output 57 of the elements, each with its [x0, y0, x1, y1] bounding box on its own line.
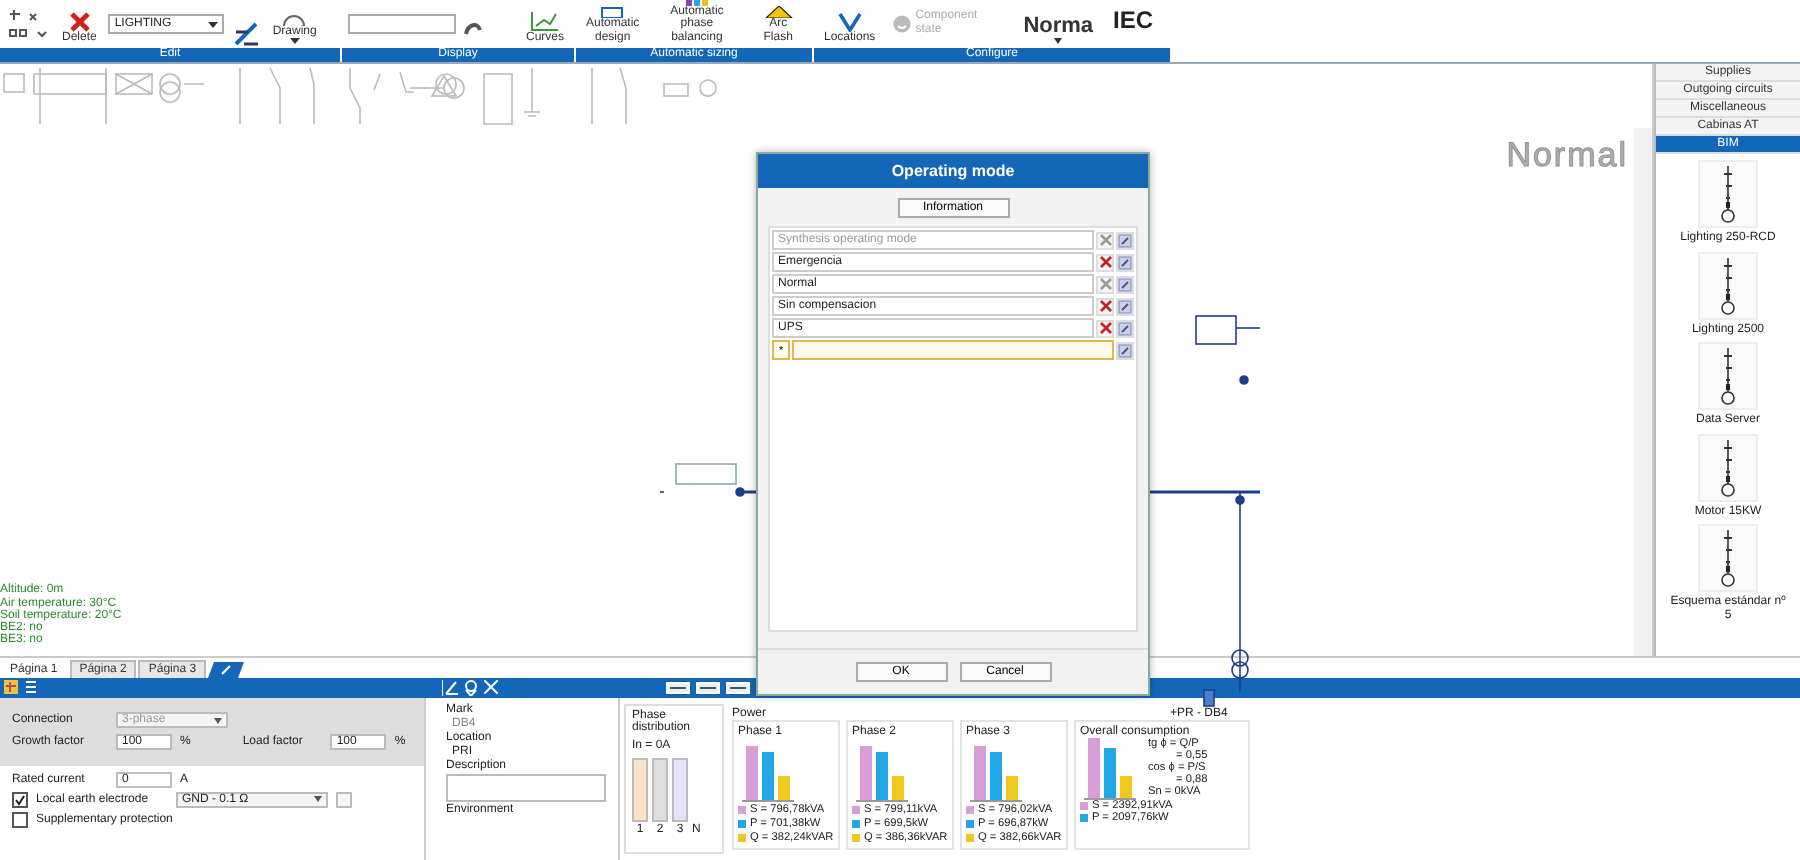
edit-button[interactable] — [1116, 297, 1134, 315]
edit-icon — [1118, 233, 1132, 247]
standard-value: IEC — [1113, 6, 1154, 34]
edit-icon — [1118, 343, 1132, 357]
dialog-title: Operating mode — [758, 154, 1148, 188]
checkbox[interactable] — [12, 791, 28, 808]
close-icon — [1099, 300, 1111, 312]
curl-icon[interactable] — [464, 20, 482, 36]
current-toggle-icon[interactable] — [696, 681, 720, 694]
delete-button[interactable] — [1096, 319, 1114, 337]
edit-button[interactable] — [1116, 275, 1134, 293]
smiley-icon — [891, 13, 912, 33]
warning-icon — [763, 6, 794, 18]
checkbox[interactable] — [12, 811, 28, 828]
phase-bar — [632, 757, 648, 822]
edit-button[interactable] — [1116, 253, 1134, 271]
vertical-scrollbar[interactable] — [1634, 128, 1652, 656]
list-icon[interactable] — [24, 680, 38, 695]
caret-icon — [208, 21, 219, 27]
circuit-symbol-icon[interactable] — [1698, 342, 1758, 410]
edit-button[interactable] — [1116, 231, 1134, 249]
caret-icon — [289, 38, 300, 44]
caret-icon — [314, 796, 322, 803]
close-icon — [1099, 322, 1111, 334]
grid-icon[interactable] — [4, 680, 18, 695]
close-icon — [1099, 234, 1111, 246]
caret-icon — [1054, 38, 1063, 44]
delete-button[interactable] — [1096, 275, 1114, 293]
delete-button[interactable] — [1096, 297, 1114, 315]
circuit-symbol-icon[interactable] — [1698, 251, 1758, 319]
phase-bar — [672, 757, 688, 822]
standard-dropdown[interactable]: Norma — [1019, 14, 1098, 48]
close-icon[interactable] — [484, 680, 498, 695]
display-field[interactable] — [348, 14, 456, 34]
circuit-symbol-icon[interactable] — [1698, 160, 1758, 228]
panel-icon — [597, 6, 628, 18]
close-icon — [1099, 278, 1111, 290]
edit-button[interactable] — [1116, 341, 1134, 359]
description-field[interactable] — [446, 773, 606, 802]
add-page-icon[interactable] — [208, 661, 245, 678]
close-icon — [1099, 256, 1111, 268]
voltage-toggle-icon[interactable] — [666, 681, 690, 694]
phase-bar — [652, 757, 668, 822]
edit-icon — [1118, 255, 1132, 269]
mode-label: Normal — [1506, 136, 1628, 176]
phase-toggle-icon[interactable] — [726, 681, 750, 694]
circuit-symbol-icon[interactable] — [1698, 524, 1758, 592]
edit-button[interactable] — [1116, 319, 1134, 337]
edit-icon — [1118, 277, 1132, 291]
edit-icon — [1118, 299, 1132, 313]
new-mode-field[interactable] — [792, 340, 1114, 360]
close-icon — [69, 11, 90, 31]
caret-icon — [214, 717, 222, 724]
edit-icon — [1118, 321, 1132, 335]
chart-icon — [530, 11, 559, 31]
delete-button[interactable] — [1096, 253, 1114, 271]
circuit-symbol-icon[interactable] — [1698, 433, 1758, 501]
